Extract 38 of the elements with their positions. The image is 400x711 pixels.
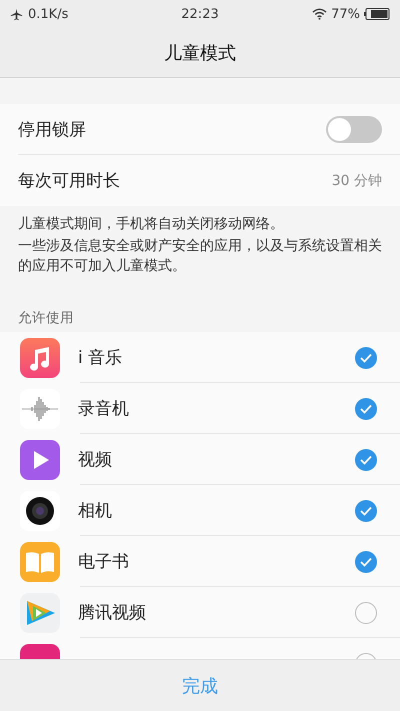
toggle-switch[interactable] [326,116,382,143]
app-row[interactable]: 相机 [0,485,400,536]
book-icon [20,542,60,582]
play-icon [20,440,60,480]
settings-row[interactable]: 每次可用时长 30 分钟 [0,155,400,206]
check-circle[interactable] [355,602,377,624]
play-icon [20,592,60,632]
section-title: 允许使用 [18,309,74,327]
setting-value: 30 分钟 [332,172,382,190]
check-circle[interactable] [355,398,377,420]
app-name: 录音机 [78,398,130,420]
app-row[interactable]: 腾讯视频 [0,587,400,638]
note-text: 一些涉及信息安全或财产安全的应用，以及与系统设置相关的应用不可加入儿童模式。 [18,237,382,276]
setting-label: 停用锁屏 [18,119,87,141]
page-title: 儿童模式 [164,42,236,64]
airplane-icon [10,8,23,20]
check-circle[interactable] [355,500,377,522]
settings-row[interactable]: 停用锁屏 [0,104,400,155]
app-row[interactable]: i 音乐 [0,332,400,383]
wifi-icon [312,8,328,20]
battery-icon [364,8,390,20]
app-name: 视频 [78,449,113,471]
app-name: 电子书 [78,551,130,573]
app-row[interactable]: 电子书 [0,536,400,587]
check-circle[interactable] [355,448,377,470]
app-name: 腾讯视频 [78,602,147,624]
setting-label: 每次可用时长 [18,170,121,192]
battery-percentage: 77% [331,6,360,22]
clock-time: 22:23 [181,6,219,22]
app-row[interactable]: 录音机 [0,383,400,434]
app-row[interactable]: 视频 [0,434,400,485]
note-text: 儿童模式期间，手机将自动关闭移动网络。 [18,215,285,234]
check-circle[interactable] [355,550,377,572]
check-circle[interactable] [355,346,377,368]
network-speed: 0.1K/s [28,6,68,22]
app-name: i 音乐 [78,347,124,369]
app-name: 相机 [78,500,113,522]
music-note-icon [20,338,60,378]
